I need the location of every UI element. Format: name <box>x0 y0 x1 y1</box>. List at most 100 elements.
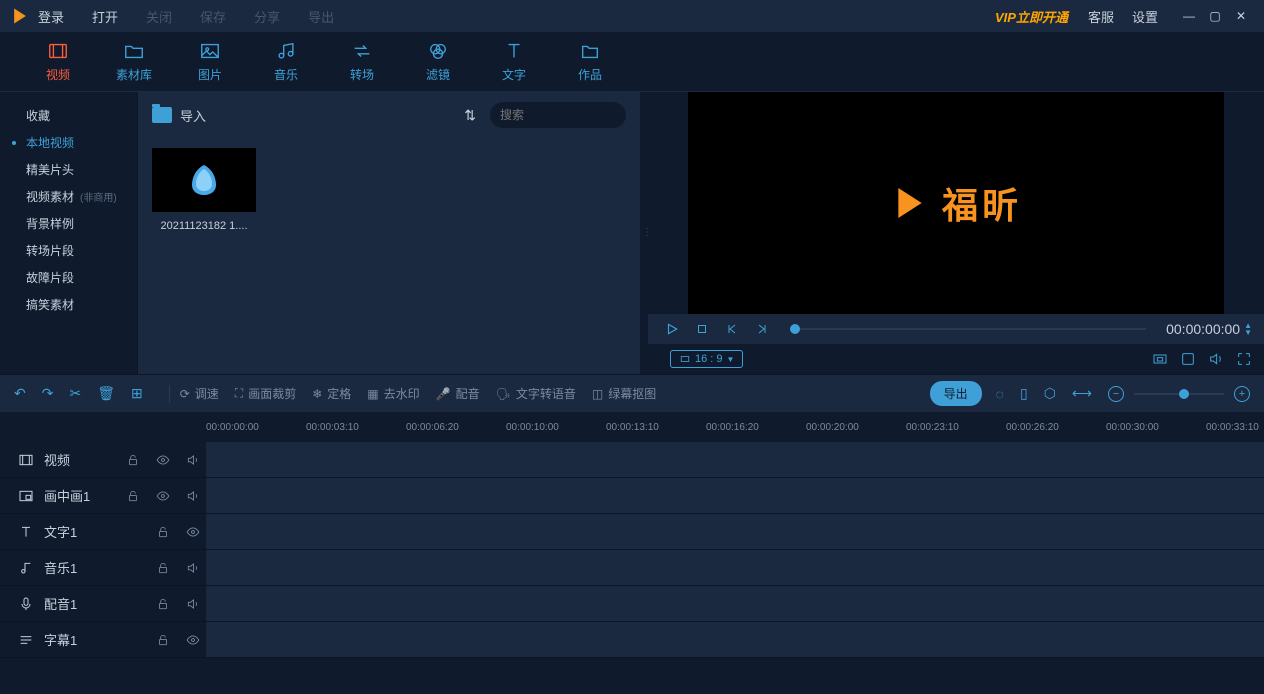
zoom-slider[interactable] <box>1134 393 1224 395</box>
close-icon[interactable]: ✕ <box>1228 3 1254 29</box>
tts-button[interactable]: 🗣 文字转语音 <box>496 385 576 402</box>
tab-text[interactable]: 文字 <box>476 40 552 83</box>
service-button[interactable]: 客服 <box>1088 7 1114 26</box>
dub-button[interactable]: 🎤 配音 <box>436 385 480 402</box>
timeline-ruler[interactable]: 00:00:00:0000:00:03:1000:00:06:2000:00:1… <box>0 412 1264 442</box>
sidebar-item-local-video[interactable]: 本地视频 <box>0 129 137 156</box>
track-lane[interactable] <box>206 478 1264 513</box>
track-lock-button[interactable] <box>156 597 176 611</box>
aspect-ratio-button[interactable]: 16 : 9 ▼ <box>670 350 743 368</box>
fit-icon[interactable]: ⟷ <box>1072 385 1092 402</box>
foxit-brand-text: 福昕 <box>942 177 1022 229</box>
track-lock-button[interactable] <box>156 561 176 575</box>
freeze-button[interactable]: ❄ 定格 <box>312 385 351 402</box>
track-header: 字幕1 <box>0 622 206 657</box>
settings-button[interactable]: 设置 <box>1132 7 1158 26</box>
cut-button[interactable]: ✂ <box>69 385 81 402</box>
crop-button[interactable]: ⛶ 画面裁剪 <box>235 385 296 402</box>
speed-button[interactable]: ⟳ 调速 <box>180 385 219 402</box>
timecode-stepper[interactable]: ▲▼ <box>1244 322 1252 336</box>
track-lock-button[interactable] <box>126 489 146 503</box>
undo-button[interactable]: ↶ <box>14 385 26 402</box>
media-panel: 导入 ⇅ 20211123182 1.... <box>138 92 640 374</box>
track-lock-button[interactable] <box>156 633 176 647</box>
panel-resizer[interactable] <box>640 92 648 374</box>
open-button[interactable]: 打开 <box>92 7 118 26</box>
track-name: 视频 <box>44 450 116 469</box>
media-clip[interactable]: 20211123182 1.... <box>152 148 256 232</box>
crop-preview-icon[interactable] <box>1180 351 1196 367</box>
track-vol-button[interactable] <box>186 561 206 575</box>
track-lane[interactable] <box>206 514 1264 549</box>
tab-works[interactable]: 作品 <box>552 40 628 83</box>
maximize-icon[interactable]: ▢ <box>1202 3 1228 29</box>
import-button[interactable]: 导入 <box>152 106 206 125</box>
title-bar: 登录 打开 关闭 保存 分享 导出 VIP立即开通 客服 设置 ― ▢ ✕ <box>0 0 1264 32</box>
shield-icon[interactable]: ⬡ <box>1044 385 1056 402</box>
next-button[interactable] <box>750 317 774 341</box>
delete-button[interactable]: 🗑 <box>97 385 115 402</box>
playhead-slider[interactable] <box>790 328 1146 330</box>
preview-video: 福昕 <box>688 92 1224 314</box>
track-lane[interactable] <box>206 622 1264 657</box>
tab-transition[interactable]: 转场 <box>324 40 400 83</box>
sidebar-item-video-material[interactable]: 视频素材(非商用) <box>0 183 137 210</box>
track-lock-button[interactable] <box>156 525 176 539</box>
track-eye-button[interactable] <box>186 633 206 647</box>
track-lane[interactable] <box>206 442 1264 477</box>
track-eye-button[interactable] <box>156 489 176 503</box>
tab-material[interactable]: 素材库 <box>96 40 172 83</box>
ruler-tick: 00:00:26:20 <box>1006 422 1059 433</box>
track-vol-button[interactable] <box>186 597 206 611</box>
player-controls: 00:00:00:00 ▲▼ <box>648 314 1264 344</box>
track-vol-button[interactable] <box>186 489 206 503</box>
sidebar-item-glitch-clip[interactable]: 故障片段 <box>0 264 137 291</box>
track-lock-button[interactable] <box>126 453 146 467</box>
volume-icon[interactable] <box>1208 351 1224 367</box>
timeline-track: 字幕1 <box>0 622 1264 658</box>
works-icon <box>579 40 601 62</box>
track-lane[interactable] <box>206 550 1264 585</box>
vip-link[interactable]: VIP立即开通 <box>995 7 1068 26</box>
effect-icon[interactable]: ◌ <box>996 386 1004 402</box>
edit-toolbar: ↶ ↷ ✂ 🗑 ⊞ ⟳ 调速 ⛶ 画面裁剪 ❄ 定格 ▦ 去水印 🎤 配音 🗣 … <box>0 374 1264 412</box>
prev-button[interactable] <box>720 317 744 341</box>
category-tabs: 视频 素材库 图片 音乐 转场 滤镜 文字 作品 <box>0 32 1264 92</box>
search-box[interactable] <box>490 102 626 128</box>
track-vol-button[interactable] <box>186 453 206 467</box>
stop-button[interactable] <box>690 317 714 341</box>
split-button[interactable]: ⊞ <box>131 385 143 402</box>
minimize-icon[interactable]: ― <box>1176 3 1202 29</box>
tab-image[interactable]: 图片 <box>172 40 248 83</box>
media-sidebar: 收藏 本地视频 精美片头 视频素材(非商用) 背景样例 转场片段 故障片段 搞笑… <box>0 92 138 374</box>
search-input[interactable] <box>500 108 655 122</box>
sidebar-item-intro[interactable]: 精美片头 <box>0 156 137 183</box>
track-eye-button[interactable] <box>186 525 206 539</box>
tab-music[interactable]: 音乐 <box>248 40 324 83</box>
sidebar-item-background[interactable]: 背景样例 <box>0 210 137 237</box>
play-button[interactable] <box>660 317 684 341</box>
ruler-tick: 00:00:06:20 <box>406 422 459 433</box>
watermark-button[interactable]: ▦ 去水印 <box>367 385 419 402</box>
login-button[interactable]: 登录 <box>38 7 64 26</box>
sidebar-item-transition-clip[interactable]: 转场片段 <box>0 237 137 264</box>
sort-icon[interactable]: ⇅ <box>464 107 476 124</box>
tab-video[interactable]: 视频 <box>20 40 96 83</box>
sub-icon <box>18 632 34 648</box>
greenscreen-button[interactable]: ◫ 绿幕抠图 <box>592 385 656 402</box>
export-button[interactable]: 导出 <box>930 381 982 406</box>
track-lane[interactable] <box>206 586 1264 621</box>
zoom-in-button[interactable]: + <box>1234 386 1250 402</box>
sidebar-item-funny[interactable]: 搞笑素材 <box>0 291 137 318</box>
fullscreen-icon[interactable] <box>1236 351 1252 367</box>
export-menu-button: 导出 <box>308 7 334 26</box>
marker-icon[interactable]: ▯ <box>1020 385 1028 402</box>
sidebar-item-favorites[interactable]: 收藏 <box>0 102 137 129</box>
folder-icon <box>123 40 145 62</box>
redo-button[interactable]: ↷ <box>42 385 54 402</box>
zoom-out-button[interactable]: − <box>1108 386 1124 402</box>
track-eye-button[interactable] <box>156 453 176 467</box>
tab-filter[interactable]: 滤镜 <box>400 40 476 83</box>
snapshot-icon[interactable] <box>1152 351 1168 367</box>
timeline-tracks: 视频画中画1文字1音乐1配音1字幕1 <box>0 442 1264 658</box>
